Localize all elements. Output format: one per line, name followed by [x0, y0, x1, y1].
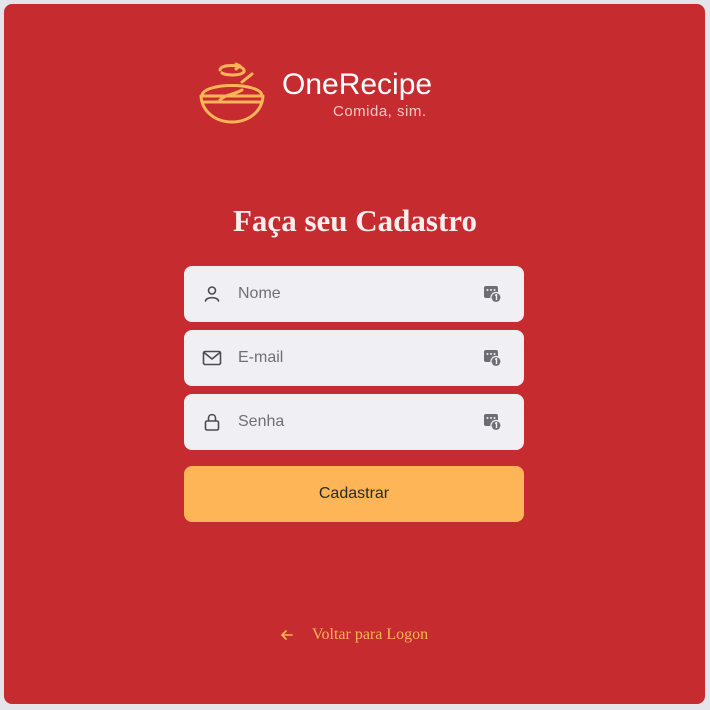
- password-input[interactable]: [238, 394, 468, 450]
- user-icon: [204, 286, 220, 302]
- email-field: [184, 330, 524, 386]
- email-input[interactable]: [238, 330, 468, 386]
- page-title: Faça seu Cadastro: [233, 203, 477, 238]
- lock-icon: [204, 413, 220, 431]
- back-to-logon-link[interactable]: Voltar para Logon: [280, 624, 428, 646]
- name-field: [184, 266, 524, 322]
- password-manager-icon[interactable]: [484, 413, 502, 431]
- password-manager-icon[interactable]: [484, 349, 502, 367]
- brand-name: OneRecipe: [282, 68, 433, 101]
- brand-header: OneRecipe Comida, sim.: [196, 60, 456, 130]
- bowl-whisk-logo: [199, 62, 265, 124]
- password-field: [184, 394, 524, 450]
- brand-tagline: Comida, sim.: [333, 103, 427, 120]
- register-button[interactable]: Cadastrar: [184, 466, 524, 522]
- password-manager-icon[interactable]: [484, 285, 502, 303]
- arrow-left-icon: [281, 630, 293, 640]
- back-link-label: Voltar para Logon: [312, 626, 429, 643]
- name-input[interactable]: [238, 266, 468, 322]
- mail-icon: [202, 350, 222, 366]
